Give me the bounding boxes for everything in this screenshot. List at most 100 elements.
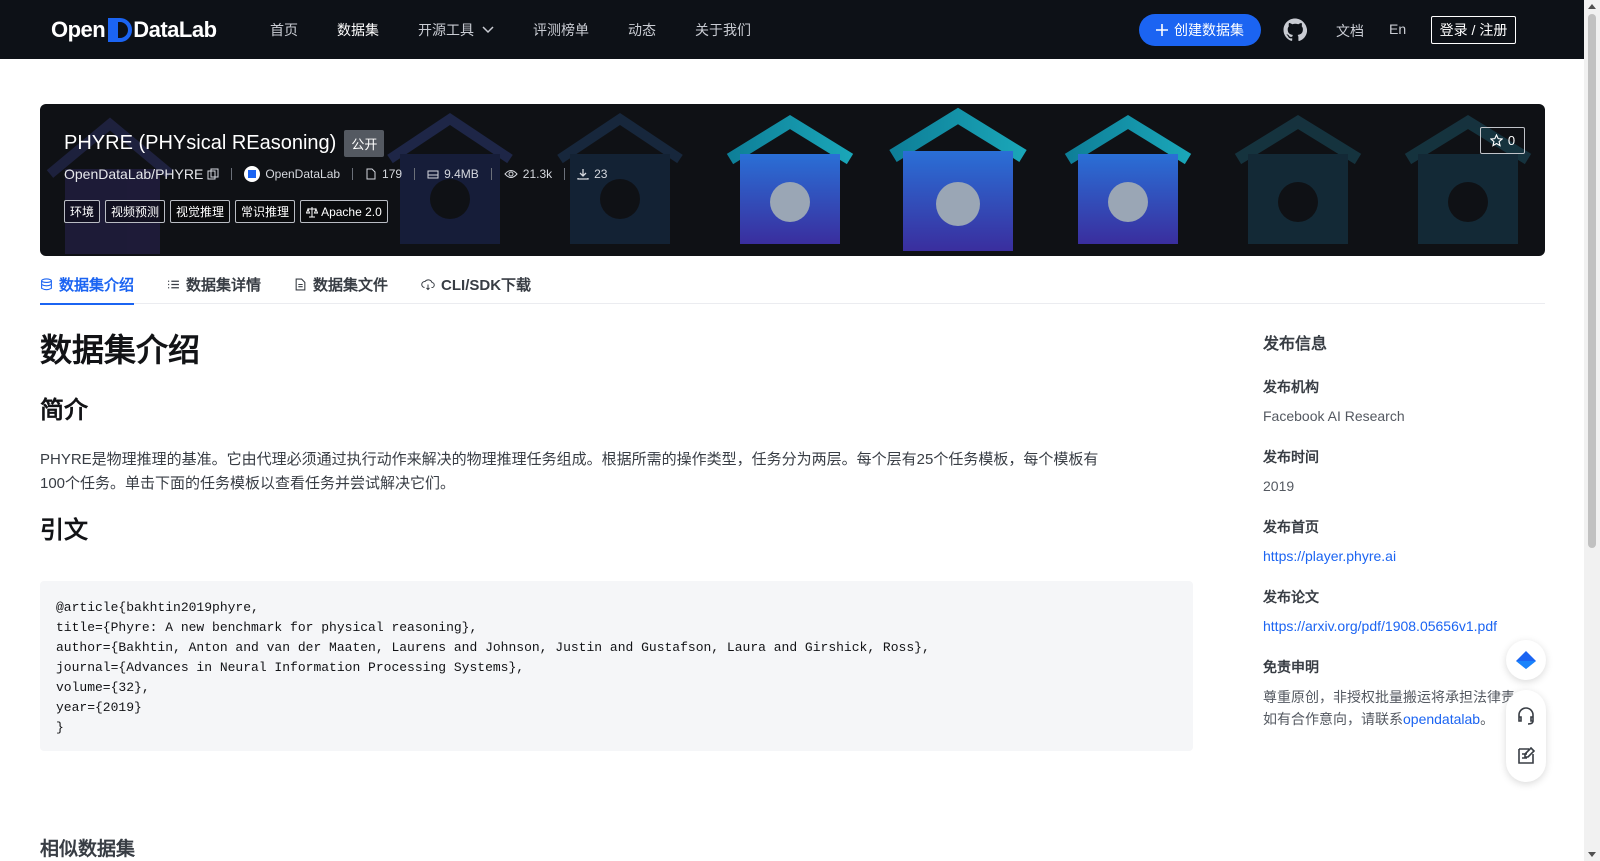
nav-item-label: 开源工具: [418, 21, 474, 38]
tab-intro[interactable]: 数据集介绍: [40, 264, 135, 305]
tab-label: 数据集介绍: [59, 276, 135, 294]
visibility-badge: 公开: [344, 130, 385, 157]
time-label: 发布时间: [1263, 449, 1319, 465]
nav-item-label: 数据集: [337, 21, 379, 38]
org-avatar-icon: [244, 166, 261, 182]
tag[interactable]: 环境: [64, 200, 101, 223]
nav-item-about[interactable]: 关于我们: [695, 20, 751, 40]
org-label: 发布机构: [1263, 379, 1319, 395]
tag[interactable]: 常识推理: [235, 200, 296, 223]
tab-label: 数据集文件: [313, 276, 389, 294]
logo-text-open: Open: [51, 17, 106, 42]
license-name: Apache 2.0: [321, 204, 382, 219]
divider: [564, 168, 566, 180]
repo-path: OpenDataLab/PHYRE: [64, 166, 204, 182]
chevron-down-icon: [482, 25, 494, 33]
docs-link[interactable]: 文档: [1336, 21, 1364, 41]
intro-text-line: PHYRE是物理推理的基准。它由代理必须通过执行动作来解决的物理推理任务组成。根…: [40, 451, 1099, 468]
view-count: 21.3k: [504, 167, 552, 181]
star-button[interactable]: 0: [1480, 127, 1525, 154]
list-icon: [168, 280, 179, 288]
disclaimer-prefix: 如有合作意向，请联系: [1263, 711, 1403, 727]
nav-item-label: 关于我们: [695, 21, 751, 38]
dataset-banner: PHYRE (PHYsical REasoning) 公开 OpenDataLa…: [40, 104, 1545, 256]
plus-icon: [1156, 24, 1168, 36]
feishu-float-button[interactable]: [1506, 640, 1546, 680]
scale-icon: [306, 206, 319, 217]
download-icon: [577, 169, 589, 180]
download-count-value: 23: [594, 167, 608, 181]
citation-code-block: @article{bakhtin2019phyre, title={Phyre:…: [40, 581, 1193, 751]
paper-label: 发布论文: [1263, 589, 1319, 605]
dataset-title-row: PHYRE (PHYsical REasoning) 公开: [64, 130, 385, 157]
dataset-tabs: 数据集介绍 数据集详情 数据集文件 CLI/SDK下载: [40, 264, 1545, 305]
main-nav: 首页 数据集 开源工具 评测榜单 动态 关于我们: [270, 0, 790, 59]
nav-item-news[interactable]: 动态: [628, 20, 656, 40]
tab-label: CLI/SDK下载: [441, 276, 532, 294]
intro-text-line: 100个任务。单击下面的任务模板以查看任务并尝试解决它们。: [40, 475, 456, 492]
scroll-down-arrow-icon[interactable]: [1588, 852, 1596, 857]
citation-heading: 引文: [40, 517, 88, 544]
star-count: 0: [1507, 133, 1516, 148]
scroll-up-arrow-icon[interactable]: [1588, 4, 1596, 9]
intro-heading: 简介: [40, 397, 88, 424]
homepage-link[interactable]: https://player.phyre.ai: [1263, 548, 1553, 564]
opendatalab-logo[interactable]: Open DataLab: [51, 14, 217, 46]
tab-cli-sdk[interactable]: CLI/SDK下载: [421, 264, 531, 304]
nav-item-label: 动态: [628, 21, 656, 38]
files-icon: [366, 168, 376, 180]
contact-link[interactable]: opendatalab: [1403, 711, 1480, 727]
nav-item-label: 首页: [270, 21, 298, 38]
similar-datasets-heading: 相似数据集: [40, 839, 136, 860]
logo-text-data: DataLab: [133, 17, 217, 42]
create-dataset-button[interactable]: 创建数据集: [1139, 14, 1261, 46]
eye-icon: [504, 170, 518, 178]
intro-text: PHYRE是物理推理的基准。它由代理必须通过执行动作来解决的物理推理任务组成。根…: [40, 448, 1193, 496]
copy-icon[interactable]: [207, 168, 219, 180]
file-count: 179: [365, 167, 402, 181]
storage-icon: [427, 170, 439, 179]
page-scrollbar[interactable]: [1584, 0, 1600, 861]
dataset-intro-content: 数据集介绍 简介 PHYRE是物理推理的基准。它由代理必须通过执行动作来解决的物…: [40, 330, 1193, 547]
divider: [352, 168, 354, 180]
scroll-thumb[interactable]: [1588, 14, 1596, 548]
dataset-title: PHYRE (PHYsical REasoning): [64, 132, 337, 154]
nav-item-home[interactable]: 首页: [270, 20, 298, 40]
headset-icon[interactable]: [1515, 705, 1537, 727]
file-count-value: 179: [382, 167, 403, 181]
tag[interactable]: 视频预测: [105, 200, 166, 223]
github-icon[interactable]: [1283, 18, 1307, 42]
language-switch[interactable]: En: [1389, 21, 1406, 37]
license-tag[interactable]: Apache 2.0: [300, 200, 388, 223]
publish-info-title: 发布信息: [1263, 336, 1328, 353]
divider: [231, 168, 233, 180]
divider: [490, 168, 492, 180]
top-navbar: Open DataLab 首页 数据集 开源工具 评测榜单 动态 关于我们 创建…: [0, 0, 1584, 59]
org-value: Facebook AI Research: [1263, 408, 1405, 424]
nav-item-open-tools[interactable]: 开源工具: [418, 20, 494, 40]
dataset-meta: OpenDataLab/PHYRE OpenDataLab 179 9.4MB …: [64, 166, 607, 182]
time-value: 2019: [1263, 478, 1295, 494]
org-name: OpenDataLab: [265, 167, 341, 181]
login-register-button[interactable]: 登录 / 注册: [1431, 16, 1516, 44]
paper-link[interactable]: https://arxiv.org/pdf/1908.05656v1.pdf: [1263, 618, 1553, 634]
tab-files[interactable]: 数据集文件: [294, 264, 388, 304]
tab-details[interactable]: 数据集详情: [167, 264, 261, 304]
nav-item-label: 评测榜单: [533, 21, 589, 38]
page-title: 数据集介绍: [40, 332, 201, 368]
org-link[interactable]: OpenDataLab: [244, 166, 340, 182]
tab-label: 数据集详情: [186, 276, 262, 294]
dataset-size: 9.4MB: [427, 167, 479, 181]
database-icon: [41, 277, 52, 290]
create-dataset-label: 创建数据集: [1174, 22, 1244, 38]
floating-toolbar: [1506, 690, 1546, 782]
homepage-label: 发布首页: [1263, 519, 1319, 535]
nav-item-leaderboard[interactable]: 评测榜单: [533, 20, 589, 40]
file-icon: [295, 278, 306, 290]
feedback-edit-icon[interactable]: [1515, 745, 1537, 767]
logo-mark-icon: [108, 18, 133, 42]
tag[interactable]: 视觉推理: [170, 200, 231, 223]
star-icon: [1489, 134, 1503, 147]
nav-item-datasets[interactable]: 数据集: [337, 20, 379, 40]
bird-icon: [1516, 651, 1536, 669]
